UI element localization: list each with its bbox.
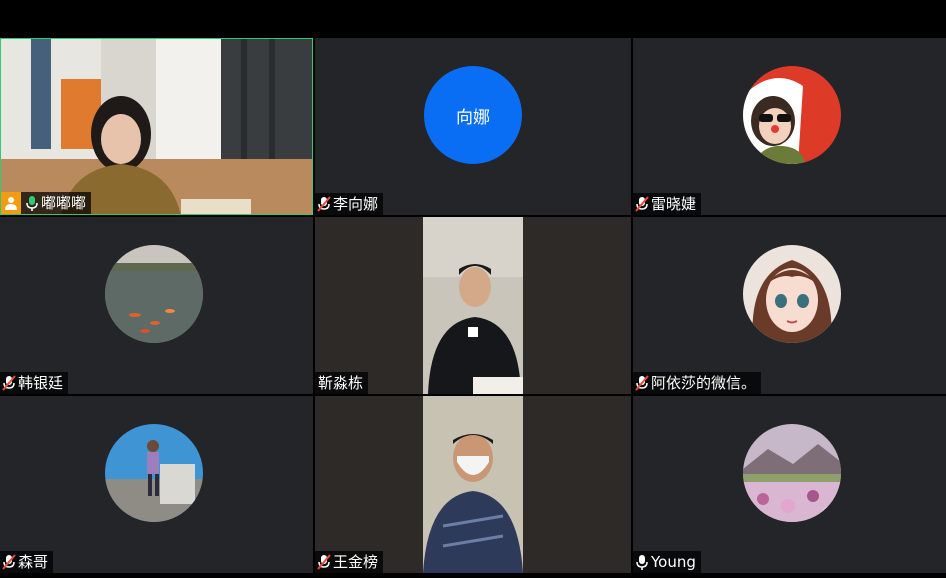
mic-on-icon bbox=[636, 555, 648, 570]
participant-name-label: 韩银廷 bbox=[0, 372, 69, 394]
participant-name: 李向娜 bbox=[333, 195, 379, 213]
avatar bbox=[743, 66, 841, 164]
participant-name-label: Young bbox=[633, 551, 701, 573]
participant-name-label: 雷晓婕 bbox=[633, 193, 702, 215]
avatar-image-hiker bbox=[105, 424, 203, 522]
participant-video bbox=[1, 39, 312, 214]
participant-video bbox=[423, 396, 523, 573]
video-frame-man bbox=[423, 217, 523, 394]
video-grid: 嘟嘟嘟 向娜 李向娜 雷晓婕 韩银廷 靳淼栋 阿依莎的微信。 森哥 王金榜 Yo… bbox=[0, 38, 946, 578]
host-icon bbox=[1, 192, 21, 214]
participant-name: 阿依莎的微信。 bbox=[651, 374, 757, 392]
mic-muted-icon bbox=[2, 554, 16, 570]
avatar-image-pond bbox=[105, 245, 203, 343]
avatar bbox=[105, 245, 203, 343]
participant-tile-8[interactable]: 王金榜 bbox=[315, 396, 631, 573]
mic-on-icon bbox=[26, 196, 38, 211]
participant-name: 韩银廷 bbox=[18, 374, 64, 392]
avatar-image-cartoon bbox=[743, 66, 841, 164]
participant-tile-3[interactable]: 雷晓婕 bbox=[633, 38, 946, 215]
participant-name-label: 阿依莎的微信。 bbox=[633, 372, 762, 394]
video-frame-masked-man bbox=[423, 396, 523, 573]
avatar: 向娜 bbox=[424, 66, 522, 164]
participant-name-label: 森哥 bbox=[0, 551, 54, 573]
video-frame-room bbox=[1, 39, 312, 214]
participant-video bbox=[423, 217, 523, 394]
top-bar bbox=[0, 0, 946, 38]
participant-name: 靳淼栋 bbox=[318, 374, 364, 392]
mic-muted-icon bbox=[635, 375, 649, 391]
participant-tile-2[interactable]: 向娜 李向娜 bbox=[315, 38, 631, 215]
mic-muted-icon bbox=[2, 375, 16, 391]
participant-name-label: 靳淼栋 bbox=[315, 372, 369, 394]
mic-muted-icon bbox=[635, 196, 649, 212]
participant-tile-6[interactable]: 阿依莎的微信。 bbox=[633, 217, 946, 394]
mic-muted-icon bbox=[317, 554, 331, 570]
participant-name-label: 王金榜 bbox=[315, 551, 384, 573]
participant-name: 王金榜 bbox=[333, 553, 379, 571]
participant-name: 嘟嘟嘟 bbox=[41, 194, 87, 212]
participant-name-label: 李向娜 bbox=[315, 193, 384, 215]
participant-tile-9[interactable]: Young bbox=[633, 396, 946, 573]
participant-tile-1[interactable]: 嘟嘟嘟 bbox=[0, 38, 313, 215]
participant-name-label: 嘟嘟嘟 bbox=[1, 192, 92, 214]
participant-tile-7[interactable]: 森哥 bbox=[0, 396, 313, 573]
avatar bbox=[743, 245, 841, 343]
participant-name: Young bbox=[651, 553, 696, 571]
participant-tile-4[interactable]: 韩银廷 bbox=[0, 217, 313, 394]
avatar bbox=[743, 424, 841, 522]
avatar-text: 向娜 bbox=[456, 107, 490, 128]
avatar-image-landscape bbox=[743, 424, 841, 522]
avatar bbox=[105, 424, 203, 522]
participant-name: 森哥 bbox=[18, 553, 49, 571]
mic-muted-icon bbox=[317, 196, 331, 212]
participant-name: 雷晓婕 bbox=[651, 195, 697, 213]
avatar-image-anime bbox=[743, 245, 841, 343]
participant-tile-5[interactable]: 靳淼栋 bbox=[315, 217, 631, 394]
